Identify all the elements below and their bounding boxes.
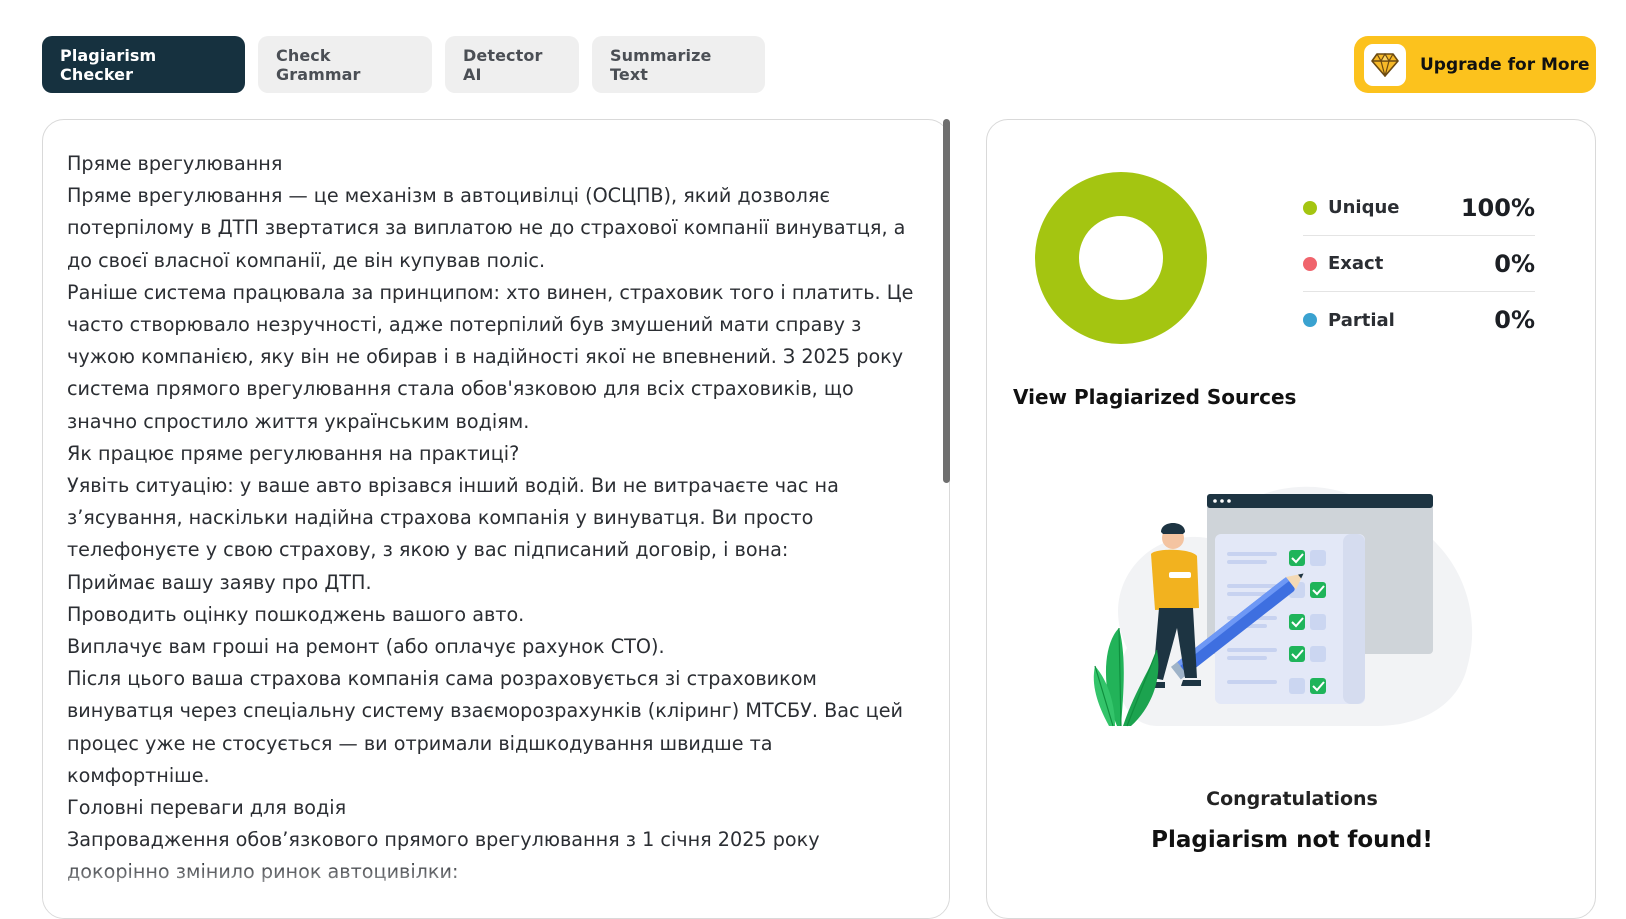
view-plagiarized-sources-link[interactable]: View Plagiarized Sources <box>1013 385 1296 409</box>
upgrade-button[interactable]: Upgrade for More <box>1354 36 1596 93</box>
editor-fade <box>43 860 949 918</box>
text-editor[interactable]: Пряме врегулювання Пряме врегулювання — ц… <box>42 119 950 919</box>
editor-paragraph: Раніше система працювала за принципом: х… <box>67 280 914 433</box>
checklist-illustration <box>1093 486 1473 727</box>
tab-detector-ai[interactable]: Detector AI <box>445 36 579 93</box>
editor-paragraph: Проводить оцінку пошкоджень вашого авто. <box>67 602 525 626</box>
legend-value-partial: 0% <box>1494 306 1535 334</box>
exact-dot <box>1303 256 1317 271</box>
legend-value-unique: 100% <box>1460 193 1535 222</box>
upgrade-label: Upgrade for More <box>1420 54 1590 75</box>
editor-paragraph: Пряме врегулювання <box>67 152 283 175</box>
editor-paragraph: Головні переваги для водія <box>67 796 347 820</box>
unique-dot <box>1303 200 1317 215</box>
tab-summarize-text[interactable]: Summarize Text <box>592 36 765 93</box>
legend-row-partial: Partial 0% <box>1303 292 1535 348</box>
legend-label-partial: Partial <box>1328 309 1395 331</box>
legend-label-unique: Unique <box>1328 197 1400 218</box>
tab-check-grammar[interactable]: Check Grammar <box>258 36 432 93</box>
congratulations-text: Congratulations <box>1206 788 1378 810</box>
legend-label-exact: Exact <box>1328 253 1384 274</box>
results-panel: Unique 100% Exact 0% Partial 0% View Pla… <box>986 119 1596 919</box>
plagiarism-not-found-text: Plagiarism not found! <box>1151 827 1433 853</box>
partial-dot <box>1303 313 1317 327</box>
editor-paragraph: Приймає вашу заяву про ДТП. <box>67 570 372 594</box>
editor-paragraph: Як працює пряме регулювання на практиці? <box>67 441 520 465</box>
tool-tabs: Plagiarism Checker Check Grammar Detecto… <box>42 36 765 93</box>
tab-plagiarism-checker[interactable]: Plagiarism Checker <box>42 36 245 93</box>
editor-paragraph: Уявіть ситуацію: у ваше авто врізався ін… <box>67 474 839 562</box>
diamond-icon <box>1364 43 1406 86</box>
editor-paragraph: Пряме врегулювання — це механізм в автоц… <box>67 184 906 272</box>
editor-scrollbar[interactable] <box>943 119 950 483</box>
legend-row-unique: Unique 100% <box>1303 180 1535 236</box>
donut-slice-unique <box>1035 172 1207 344</box>
editor-paragraph: Після цього ваша страхова компанія сама … <box>67 667 903 787</box>
results-legend: Unique 100% Exact 0% Partial 0% <box>1303 180 1535 348</box>
editor-content[interactable]: Пряме врегулювання Пряме врегулювання — ц… <box>67 148 917 889</box>
editor-paragraph: Виплачує вам гроші на ремонт (або оплачу… <box>67 635 665 659</box>
uniqueness-donut-chart <box>1035 172 1207 344</box>
legend-value-exact: 0% <box>1494 249 1535 278</box>
legend-row-exact: Exact 0% <box>1303 236 1535 292</box>
